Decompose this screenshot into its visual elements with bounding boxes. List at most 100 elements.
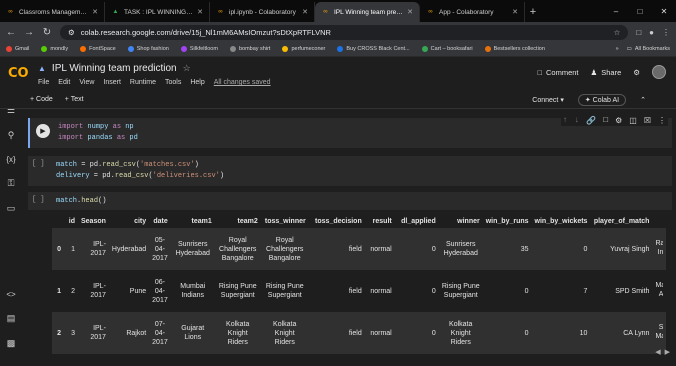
cell-code[interactable]: import numpy as np import pandas as pd xyxy=(58,122,138,144)
table-cell: Rising Pune Supergiant xyxy=(439,270,483,312)
cell-settings-icon[interactable]: ⚙ xyxy=(615,116,622,126)
column-header: date xyxy=(153,217,168,225)
code-snippets-icon[interactable]: <> xyxy=(6,290,15,299)
bookmark-item[interactable]: Shop fashion xyxy=(127,46,169,52)
comment-icon[interactable]: □ xyxy=(603,116,608,126)
variables-icon[interactable]: {x} xyxy=(6,155,15,164)
code-token: read_csv xyxy=(114,172,149,180)
execution-count[interactable]: [ ] xyxy=(32,196,45,204)
move-down-icon[interactable]: ↓ xyxy=(575,116,580,126)
address-bar-row: ← → ↻ ⚙ colab.research.google.com/drive/… xyxy=(0,22,676,42)
bookmark-label: mondly xyxy=(50,46,69,52)
bookmark-item[interactable]: bombay shirt xyxy=(229,46,270,52)
close-icon[interactable]: ✕ xyxy=(92,8,98,16)
move-up-icon[interactable]: ↑ xyxy=(563,116,568,126)
terminal-icon[interactable]: ▩ xyxy=(7,338,16,349)
extensions-icon[interactable]: □ xyxy=(636,28,641,37)
link-icon[interactable]: 🔗 xyxy=(586,116,596,126)
execution-count[interactable]: [ ] xyxy=(32,160,45,168)
star-icon[interactable]: ☆ xyxy=(183,63,191,74)
bookmark-item[interactable]: Buy CROSS Black Cent... xyxy=(337,46,410,52)
minimize-icon[interactable]: – xyxy=(604,7,628,16)
bookmark-label: FontSpace xyxy=(89,46,116,52)
cell-code[interactable]: match.head() xyxy=(56,196,106,207)
browser-tab[interactable]: ▲ TASK : IPL WINNING TEAM PRE ✕ xyxy=(105,2,210,22)
scroll-left-icon[interactable]: ◀ xyxy=(655,348,660,356)
menu-insert[interactable]: Insert xyxy=(103,79,121,86)
url-field[interactable]: ⚙ colab.research.google.com/drive/15j_Nl… xyxy=(60,24,629,40)
scroll-right-icon[interactable]: ▶ xyxy=(665,348,670,356)
table-cell: field xyxy=(309,312,365,354)
maximize-icon[interactable]: □ xyxy=(628,7,652,16)
bookmark-item[interactable]: Gmail xyxy=(6,46,29,52)
colab-ai-button[interactable]: ✦ Colab AI xyxy=(577,93,627,106)
profile-icon[interactable]: ● xyxy=(649,28,654,37)
browser-tab[interactable]: ∞ App - Colaboratory ✕ xyxy=(420,2,525,22)
bookmark-item[interactable]: Cart – booksafari xyxy=(421,46,473,52)
code-cell[interactable]: [ ] match.head() xyxy=(28,192,672,210)
site-info-icon[interactable]: ⚙ xyxy=(68,28,75,37)
cell-value: Mumbai Indians xyxy=(180,283,206,299)
browser-tab[interactable]: ∞ IPL Winning team prediction ✕ xyxy=(315,2,420,22)
connect-button[interactable]: Connect ▾ xyxy=(532,96,564,104)
code-cell[interactable]: ▶ import numpy as np import pandas as pd … xyxy=(28,116,672,148)
bookmark-item[interactable]: perfumeconer xyxy=(282,46,325,52)
add-text-button[interactable]: + Text xyxy=(65,96,84,103)
column-header xyxy=(652,214,666,228)
cell-value: 0 xyxy=(583,245,588,253)
notebook-toolbar: + Code + Text Connect ▾ ✦ Colab AI ⌃ xyxy=(0,91,676,109)
table-cell: 3 xyxy=(64,312,78,354)
more-bookmarks-icon[interactable]: » xyxy=(616,46,619,52)
all-bookmarks-button[interactable]: ▭ All Bookmarks xyxy=(627,46,670,52)
bookmark-item[interactable]: mondly xyxy=(41,46,68,52)
avatar[interactable] xyxy=(652,65,666,79)
menu-runtime[interactable]: Runtime xyxy=(130,79,156,86)
close-window-icon[interactable]: ✕ xyxy=(652,7,676,16)
save-status[interactable]: All changes saved xyxy=(214,79,271,86)
close-icon[interactable]: ✕ xyxy=(407,8,413,16)
code-line: match = pd.read_csv('matches.csv') xyxy=(56,160,224,171)
share-button[interactable]: ♟ Share xyxy=(591,68,622,77)
code-token: as xyxy=(116,134,126,142)
search-icon[interactable]: ⚲ xyxy=(8,130,15,141)
menu-edit[interactable]: Edit xyxy=(58,79,70,86)
bookmark-item[interactable]: Silkfeltloom xyxy=(180,46,218,52)
close-icon[interactable]: ✕ xyxy=(512,8,518,16)
menu-tools[interactable]: Tools xyxy=(165,79,181,86)
notebook-title[interactable]: IPL Winning team prediction xyxy=(52,63,177,74)
bookmark-favicon-icon xyxy=(127,46,134,52)
add-code-button[interactable]: + Code xyxy=(30,96,53,103)
bookmark-star-icon[interactable]: ☆ xyxy=(614,28,621,37)
settings-icon[interactable]: ⚙ xyxy=(633,68,640,77)
menu-view[interactable]: View xyxy=(79,79,94,86)
mirror-cell-icon[interactable]: ◫ xyxy=(629,116,637,126)
back-icon[interactable]: ← xyxy=(6,27,16,38)
cell-value: field xyxy=(348,287,362,295)
cell-code[interactable]: match = pd.read_csv('matches.csv') delive… xyxy=(56,160,224,182)
browser-menu-icon[interactable]: ⋮ xyxy=(662,28,670,37)
files-folder-icon[interactable]: ▭ xyxy=(7,203,16,214)
browser-tab[interactable]: ∞ ipl.ipynb - Colaboratory ✕ xyxy=(210,2,315,22)
secrets-key-icon[interactable]: ⚿ xyxy=(8,178,15,189)
forward-icon[interactable]: → xyxy=(24,27,34,38)
reload-icon[interactable]: ↻ xyxy=(42,27,52,38)
code-line: import pandas as pd xyxy=(58,133,138,144)
close-icon[interactable]: ✕ xyxy=(197,8,203,16)
command-palette-icon[interactable]: ▤ xyxy=(7,313,16,324)
menu-file[interactable]: File xyxy=(38,79,49,86)
run-cell-button[interactable]: ▶ xyxy=(36,124,50,138)
colab-logo[interactable]: CO xyxy=(8,66,30,81)
collapse-header-icon[interactable]: ⌃ xyxy=(640,96,646,104)
delete-icon[interactable]: ☒ xyxy=(644,116,651,126)
menu-help[interactable]: Help xyxy=(190,79,204,86)
code-cell[interactable]: [ ] match = pd.read_csv('matches.csv') de… xyxy=(28,156,672,186)
bookmark-item[interactable]: FontSpace xyxy=(80,46,116,52)
code-line: delivery = pd.read_csv('deliveries.csv') xyxy=(56,171,224,182)
new-tab-button[interactable]: + xyxy=(525,2,541,22)
browser-tab[interactable]: ∞ Classroms Management Tools✕ xyxy=(0,2,105,22)
comment-button[interactable]: □ Comment xyxy=(537,68,578,77)
more-options-icon[interactable]: ⋮ xyxy=(658,116,666,126)
close-icon[interactable]: ✕ xyxy=(302,8,308,16)
code-token: match xyxy=(56,197,78,205)
bookmark-item[interactable]: Bestsellers collection xyxy=(484,46,545,52)
